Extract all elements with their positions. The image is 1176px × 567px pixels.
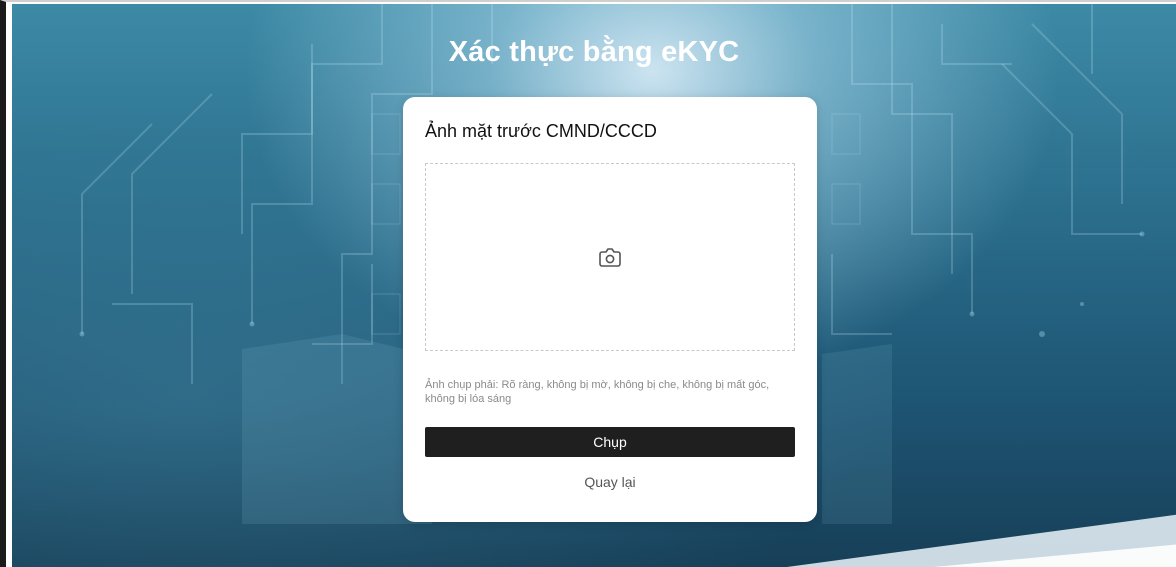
back-link-container: Quay lại (425, 474, 795, 490)
card-heading: Ảnh mặt trước CMND/CCCD (425, 121, 657, 141)
page-title: Xác thực bằng eKYC (448, 36, 740, 68)
ekyc-card: Ảnh mặt trước CMND/CCCD Ảnh chụp phải: R… (403, 97, 817, 522)
camera-icon (599, 248, 621, 267)
window-frame: Xác thực bằng eKYC Ảnh mặt trước CMND/CC… (0, 0, 1176, 567)
id-photo-dropzone[interactable] (425, 163, 795, 351)
back-link[interactable]: Quay lại (584, 474, 635, 490)
capture-button[interactable]: Chụp (425, 427, 795, 457)
photo-requirements-hint: Ảnh chụp phải: Rõ ràng, không bị mờ, khô… (425, 379, 770, 405)
